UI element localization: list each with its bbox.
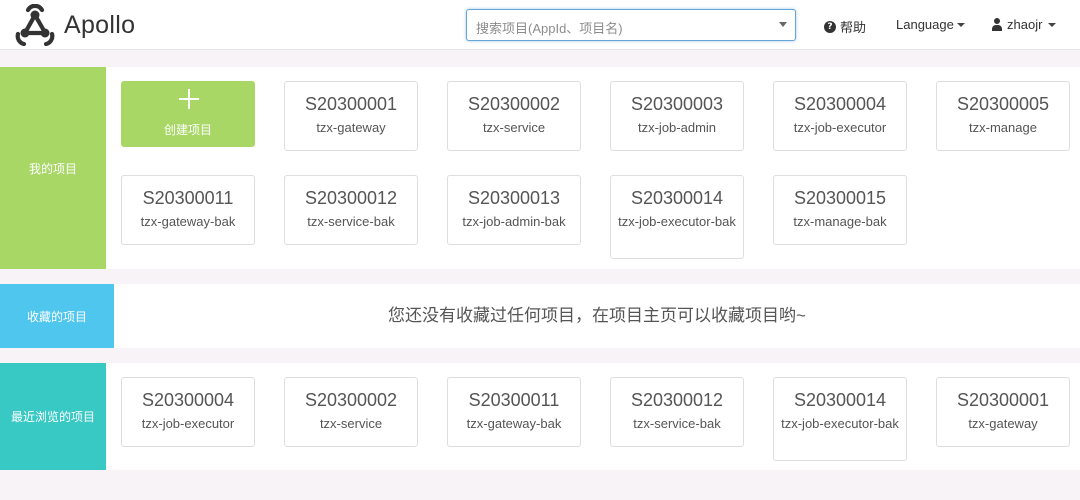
my-projects-label: 我的项目 — [0, 67, 106, 269]
project-name: tzx-gateway — [316, 120, 386, 135]
project-id: S20300012 — [304, 188, 398, 208]
help-link[interactable]: ? 帮助 — [824, 17, 866, 36]
apollo-logo-icon — [15, 4, 55, 46]
project-card[interactable]: S20300001 tzx-gateway — [284, 81, 418, 151]
create-project-button[interactable]: 创建项目 — [121, 81, 255, 147]
project-card[interactable]: S20300002 tzx-service — [447, 81, 581, 151]
recent-projects-label: 最近浏览的项目 — [0, 363, 106, 470]
caret-down-icon — [956, 22, 965, 27]
project-name: tzx-service-bak — [633, 416, 721, 431]
project-id: S20300001 — [956, 390, 1050, 410]
project-id: S20300011 — [142, 188, 234, 208]
project-card[interactable]: S20300014 tzx-job-executor-bak — [610, 175, 744, 259]
recent-projects-section: 最近浏览的项目 S20300004 tzx-job-executor S2030… — [0, 363, 1080, 470]
project-card[interactable]: S20300005 tzx-manage — [936, 81, 1070, 151]
language-label: Language — [896, 17, 954, 32]
app-name: Apollo — [64, 10, 136, 39]
project-id: S20300001 — [304, 94, 398, 114]
plus-icon — [179, 89, 199, 109]
project-name: tzx-manage-bak — [793, 214, 887, 229]
chevron-down-icon[interactable] — [779, 22, 787, 27]
project-name: tzx-manage — [969, 120, 1037, 135]
caret-down-icon — [1048, 22, 1057, 27]
username: zhaojr — [1007, 17, 1043, 32]
project-name: tzx-gateway-bak — [466, 416, 562, 431]
create-project-label: 创建项目 — [163, 123, 212, 137]
project-name: tzx-job-executor — [141, 416, 235, 431]
project-card[interactable]: S20300004 tzx-job-executor — [773, 81, 907, 151]
project-card[interactable]: S20300011 tzx-gateway-bak — [447, 377, 581, 447]
project-id: S20300004 — [141, 390, 235, 410]
apollo-logo[interactable]: Apollo — [12, 4, 135, 46]
project-name: tzx-service — [319, 416, 383, 431]
project-name: tzx-gateway — [968, 416, 1038, 431]
favorite-projects-label: 收藏的项目 — [0, 284, 114, 348]
question-circle-icon: ? — [824, 20, 836, 33]
favorites-empty-message: 您还没有收藏过任何项目，在项目主页可以收藏项目哟~ — [388, 306, 806, 325]
project-search-select[interactable]: 搜索项目(AppId、项目名) — [466, 9, 796, 41]
project-card[interactable]: S20300012 tzx-service-bak — [284, 175, 418, 245]
project-card[interactable]: S20300001 tzx-gateway — [936, 377, 1070, 447]
language-dropdown[interactable]: Language — [896, 17, 965, 32]
project-id: S20300014 — [630, 188, 724, 208]
project-card[interactable]: S20300013 tzx-job-admin-bak — [447, 175, 581, 245]
user-icon — [991, 18, 1003, 31]
project-card[interactable]: S20300002 tzx-service — [284, 377, 418, 447]
project-card[interactable]: S20300011 tzx-gateway-bak — [121, 175, 255, 245]
search-placeholder: 搜索项目(AppId、项目名) — [476, 21, 623, 36]
project-name: tzx-job-executor-bak — [781, 416, 899, 431]
project-id: S20300005 — [956, 94, 1050, 114]
project-id: S20300015 — [793, 188, 887, 208]
project-card[interactable]: S20300003 tzx-job-admin — [610, 81, 744, 151]
project-name: tzx-service-bak — [307, 214, 395, 229]
favorite-projects-section: 收藏的项目 您还没有收藏过任何项目，在项目主页可以收藏项目哟~ — [0, 284, 1080, 348]
project-name: tzx-gateway-bak — [140, 214, 236, 229]
project-id: S20300002 — [467, 94, 561, 114]
project-name: tzx-job-admin — [637, 120, 717, 135]
project-name: tzx-job-admin-bak — [462, 214, 566, 229]
project-card[interactable]: S20300015 tzx-manage-bak — [773, 175, 907, 245]
project-name: tzx-service — [482, 120, 546, 135]
top-navbar: Apollo 搜索项目(AppId、项目名) ? 帮助 Language zha… — [0, 0, 1080, 50]
project-id: S20300011 — [468, 390, 560, 410]
help-label: 帮助 — [840, 20, 867, 35]
project-id: S20300003 — [630, 94, 724, 114]
project-id: S20300012 — [630, 390, 724, 410]
project-card[interactable]: S20300012 tzx-service-bak — [610, 377, 744, 447]
project-id: S20300013 — [467, 188, 561, 208]
user-dropdown[interactable]: zhaojr — [991, 17, 1057, 32]
project-card[interactable]: S20300004 tzx-job-executor — [121, 377, 255, 447]
project-id: S20300002 — [304, 390, 398, 410]
project-name: tzx-job-executor — [793, 120, 887, 135]
project-id: S20300014 — [793, 390, 887, 410]
project-name: tzx-job-executor-bak — [618, 214, 736, 229]
project-id: S20300004 — [793, 94, 887, 114]
my-projects-section: 我的项目 创建项目 S20300001 tzx-gateway S2030000… — [0, 67, 1080, 269]
project-card[interactable]: S20300014 tzx-job-executor-bak — [773, 377, 907, 461]
